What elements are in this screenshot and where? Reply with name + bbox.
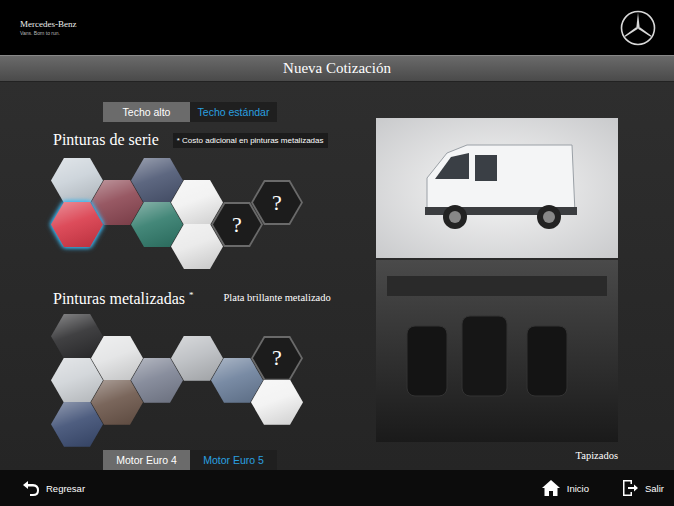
metallic-paints-header: Pinturas metalizadas * Plata brillante m… [0, 285, 376, 309]
metallic-cost-note: * Costo adicional en pinturas metalizada… [173, 133, 328, 148]
roof-tab[interactable]: Techo estándar [190, 102, 277, 122]
paint-swatch[interactable]: ? [251, 336, 303, 381]
metallic-mark: * [189, 290, 194, 300]
tagline: Vans. Born to run. [20, 30, 76, 36]
paint-swatch[interactable] [171, 224, 223, 269]
roof-toggle: Techo altoTecho estándar [103, 102, 376, 122]
standard-swatches: ?? [51, 158, 311, 269]
paint-swatch[interactable] [51, 202, 103, 247]
footer-actions: Inicio Salir [539, 477, 666, 499]
paint-swatch[interactable] [251, 380, 303, 425]
engine-tab[interactable]: Motor Euro 5 [190, 450, 277, 470]
header: Mercedes-Benz Vans. Born to run. [0, 0, 674, 55]
van-icon [407, 133, 587, 243]
house-icon [541, 479, 561, 497]
upholstery-label[interactable]: Tapizados [576, 450, 618, 461]
paint-swatch[interactable]: ? [251, 180, 303, 225]
title-bar: Nueva Cotización [0, 55, 674, 82]
unknown-label: ? [272, 190, 282, 216]
page-title: Nueva Cotización [283, 60, 391, 77]
standard-paints-header: Pinturas de serie * Costo adicional en p… [0, 130, 376, 150]
metallic-swatches: ? [51, 314, 311, 446]
mercedes-star-icon [620, 10, 656, 46]
home-button[interactable]: Inicio [539, 477, 591, 499]
roof-tab[interactable]: Techo alto [103, 102, 190, 122]
seats-icon [387, 276, 607, 426]
brand: Mercedes-Benz Vans. Born to run. [20, 19, 76, 36]
selected-paint-name: Plata brillante metalizado [223, 292, 330, 303]
main-area: Techo altoTecho estándar Pinturas de ser… [0, 82, 674, 470]
quote-screen: Mercedes-Benz Vans. Born to run. Nueva C… [0, 0, 674, 506]
preview-panel: Tapizados [376, 82, 618, 470]
footer: Regresar Inicio Salir [0, 470, 674, 506]
back-arrow-icon [22, 480, 40, 496]
van-photo [376, 118, 618, 258]
back-button[interactable]: Regresar [20, 478, 87, 498]
interior-photo [376, 260, 618, 442]
exit-icon [621, 479, 639, 497]
engine-tab[interactable]: Motor Euro 4 [103, 450, 190, 470]
brand-name: Mercedes-Benz [20, 19, 76, 29]
paint-panel: Techo altoTecho estándar Pinturas de ser… [0, 82, 376, 470]
engine-toggle: Motor Euro 4Motor Euro 5 [103, 450, 376, 470]
paint-swatch[interactable] [51, 402, 103, 447]
standard-paints-heading: Pinturas de serie [53, 130, 159, 150]
exit-button[interactable]: Salir [619, 477, 666, 499]
unknown-label: ? [232, 212, 242, 238]
metallic-paints-heading: Pinturas metalizadas * [53, 285, 193, 309]
unknown-label: ? [272, 345, 282, 371]
